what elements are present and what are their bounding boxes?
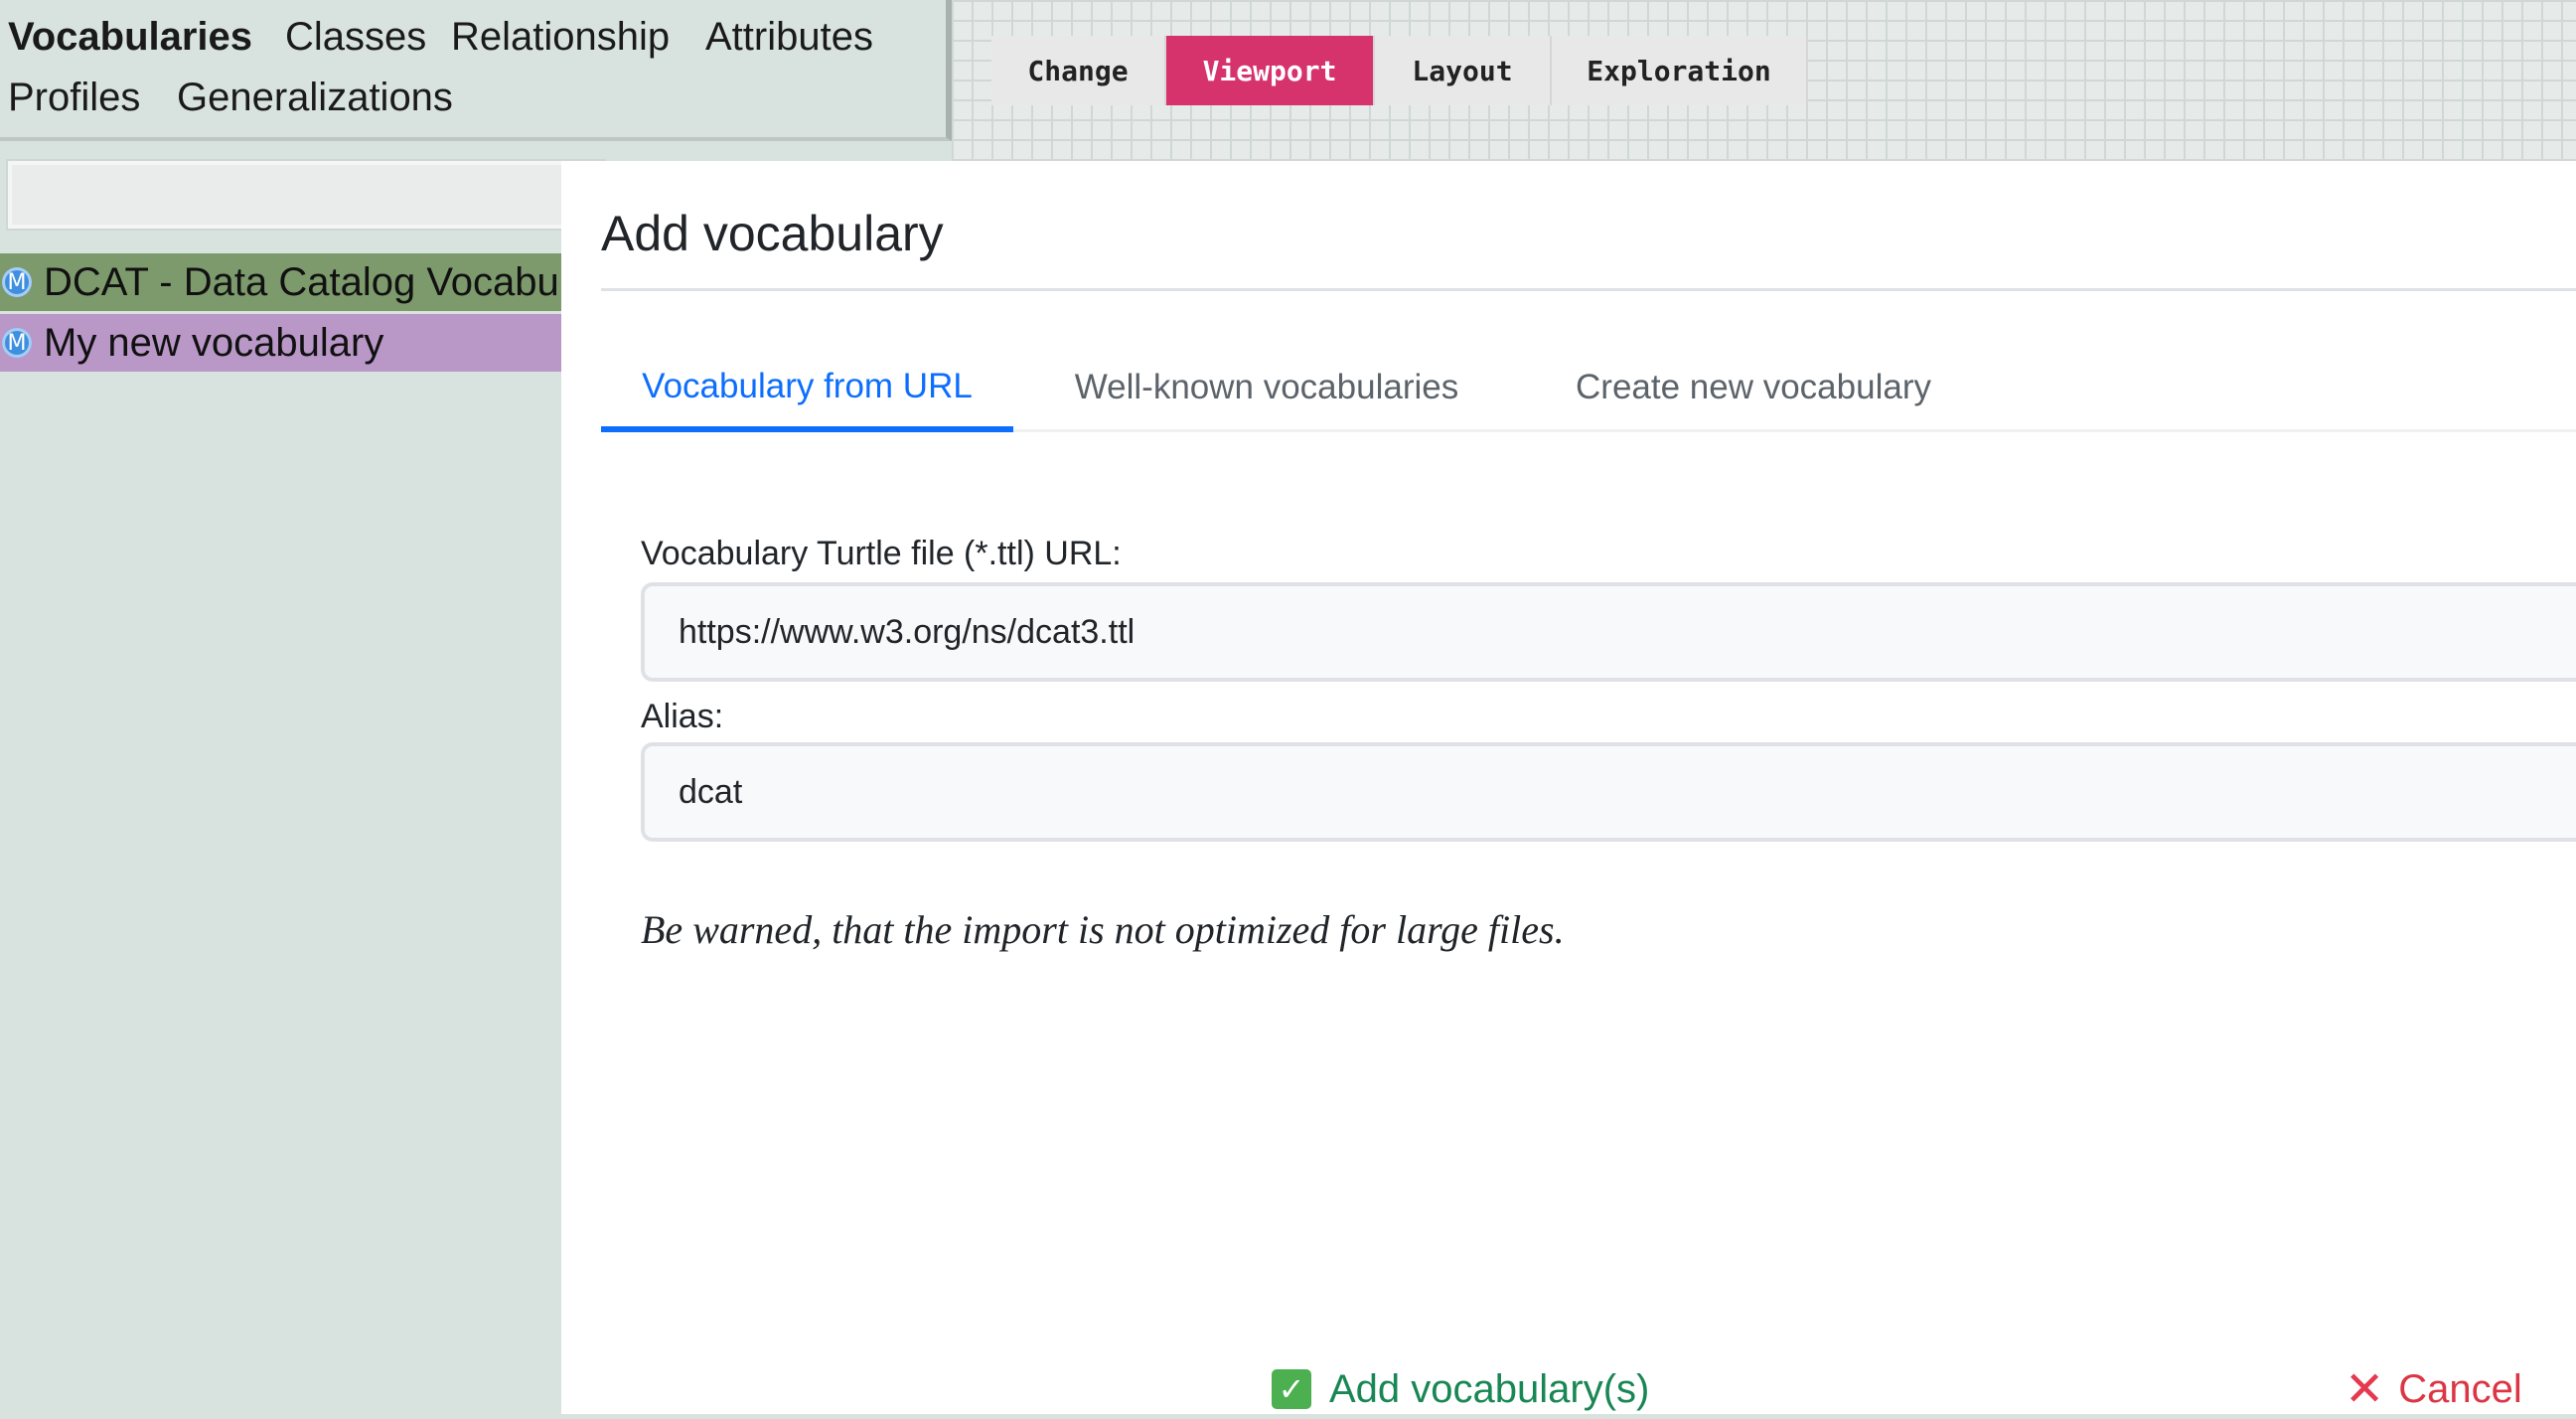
vocabulary-item-dcat[interactable]: M DCAT - Data Catalog Vocabulary bbox=[0, 253, 596, 311]
dialog-tabs: Vocabulary from URL Well-known vocabular… bbox=[601, 346, 2576, 432]
vocabulary-item-my-new[interactable]: M My new vocabulary bbox=[0, 314, 596, 372]
tab-vocabularies[interactable]: Vocabularies bbox=[8, 14, 252, 60]
add-vocabulary-label: Add vocabulary(s) bbox=[1329, 1366, 1650, 1411]
import-warning: Be warned, that the import is not optimi… bbox=[641, 907, 1565, 952]
alias-field-label: Alias: bbox=[641, 698, 724, 735]
tab-vocabulary-from-url[interactable]: Vocabulary from URL bbox=[601, 346, 1013, 432]
tab-attributes[interactable]: Attributes bbox=[705, 14, 873, 60]
change-button[interactable]: Change bbox=[991, 36, 1166, 105]
close-icon: ✕ bbox=[2345, 1361, 2385, 1417]
tab-relationship[interactable]: Relationship bbox=[451, 14, 670, 60]
cancel-button[interactable]: ✕ Cancel bbox=[2345, 1359, 2522, 1419]
url-input[interactable] bbox=[641, 582, 2576, 682]
tab-generalizations[interactable]: Generalizations bbox=[177, 75, 453, 120]
model-badge-icon: M bbox=[2, 267, 32, 297]
vocabulary-item-label: DCAT - Data Catalog Vocabulary bbox=[44, 259, 596, 304]
url-field-label: Vocabulary Turtle file (*.ttl) URL: bbox=[641, 535, 1122, 572]
add-vocabulary-dialog: Add vocabulary Vocabulary from URL Well-… bbox=[561, 161, 2576, 1414]
vocabulary-item-label: My new vocabulary bbox=[44, 320, 384, 365]
alias-input[interactable] bbox=[641, 742, 2576, 842]
cancel-label: Cancel bbox=[2398, 1366, 2522, 1411]
tab-create-new-vocabulary[interactable]: Create new vocabulary bbox=[1520, 346, 1987, 429]
dialog-divider bbox=[601, 288, 2576, 291]
check-icon: ✓ bbox=[1272, 1369, 1311, 1409]
model-badge-icon: M bbox=[2, 328, 32, 358]
tab-profiles[interactable]: Profiles bbox=[8, 75, 140, 120]
layout-button[interactable]: Layout bbox=[1375, 36, 1552, 105]
vocabulary-search-input[interactable] bbox=[6, 159, 606, 231]
diagram-toolbar: Change Viewport Layout Exploration bbox=[991, 36, 1808, 105]
left-panel-tabs: Vocabularies Classes Relationship Attrib… bbox=[0, 0, 952, 141]
viewport-button[interactable]: Viewport bbox=[1166, 36, 1375, 105]
tab-classes[interactable]: Classes bbox=[285, 14, 426, 60]
dialog-title: Add vocabulary bbox=[601, 206, 944, 261]
add-vocabulary-button[interactable]: ✓ Add vocabulary(s) bbox=[1272, 1359, 1649, 1419]
exploration-button[interactable]: Exploration bbox=[1552, 36, 1808, 105]
tab-well-known-vocabularies[interactable]: Well-known vocabularies bbox=[1013, 346, 1520, 429]
